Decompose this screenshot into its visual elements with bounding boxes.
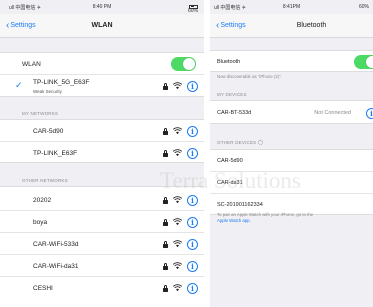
wifi-icon (173, 218, 182, 226)
info-button[interactable]: i (187, 194, 198, 206)
device-name: CAR-5d90 (217, 158, 243, 164)
network-ssid: TP-LINK_E63F (33, 150, 78, 157)
lock-icon (163, 82, 168, 90)
network-ssid: CAR-WiFi-533d (33, 241, 79, 248)
wlan-toggle[interactable] (171, 57, 196, 71)
loading-spinner-icon (258, 140, 264, 146)
wlan-group: WLAN ✓ TP-LINK_5G_E63F Weak Security i (0, 52, 204, 97)
lock-icon (163, 262, 168, 270)
info-button[interactable]: i (187, 260, 198, 272)
apple-watch-text: To pair an Apple Watch with your iPhone,… (217, 212, 314, 217)
my-devices-header: MY DEVICES (217, 92, 247, 97)
network-icons: i (163, 282, 198, 294)
wifi-icon (173, 262, 182, 270)
my-networks-header: MY NETWORKS (22, 111, 59, 116)
apple-watch-note: To pair an Apple Watch with your iPhone,… (217, 212, 313, 224)
nav-bar: ‹Settings Bluetooth (210, 14, 373, 38)
network-icons: i (163, 238, 198, 250)
battery-icon (189, 4, 198, 9)
lock-icon (163, 284, 168, 292)
device-name: CAR-da31 (217, 180, 243, 186)
wlan-label: WLAN (22, 61, 41, 68)
connected-network-row[interactable]: ✓ TP-LINK_5G_E63F Weak Security i (0, 75, 204, 98)
network-row[interactable]: 20202 i (0, 189, 204, 211)
clock: 8:41PM (282, 4, 301, 10)
other-devices-header: OTHER DEVICES (217, 140, 264, 146)
network-ssid: 20202 (33, 197, 52, 204)
network-row[interactable]: boya i (0, 211, 204, 233)
back-label: Settings (220, 22, 246, 29)
other-devices-label: OTHER DEVICES (217, 140, 257, 145)
network-icons: i (163, 147, 198, 159)
info-button[interactable]: i (187, 147, 198, 159)
network-row[interactable]: CESHI i (0, 277, 204, 299)
my-networks-list: CAR-5d90 i TP-LINK_E63F i (0, 119, 204, 163)
lock-icon (163, 240, 168, 248)
my-devices-list: CAR-BT-533d Not Connected i (210, 100, 373, 124)
network-icons: i (163, 260, 198, 272)
connected-icons: i (163, 80, 198, 92)
bluetooth-screen: ull 中国电信 ✈ 8:41PM 60% ‹Settings Bluetoot… (210, 0, 373, 307)
nav-bar: ‹Settings WLAN (0, 14, 204, 38)
lock-icon (163, 127, 168, 135)
bluetooth-label: Bluetooth (217, 59, 241, 65)
network-ssid: boya (33, 219, 48, 226)
network-row[interactable]: CAR-WiFi-533d i (0, 233, 204, 255)
status-bar: ull 中国电信 ✈ 8:40 PM 60% (0, 0, 204, 14)
network-ssid: CAR-WiFi-da31 (33, 263, 79, 270)
other-devices-list: CAR-5d90 CAR-da31 SC-201901162334 (210, 149, 373, 215)
wifi-icon (173, 149, 182, 157)
status-bar: ull 中国电信 ✈ 8:41PM 60% (210, 0, 373, 14)
network-row[interactable]: CAR-5d90 i (0, 120, 204, 142)
network-row[interactable]: CAR-WiFi-da31 i (0, 255, 204, 277)
wifi-icon (173, 284, 182, 292)
security-warning: Weak Security (33, 89, 62, 94)
info-button[interactable]: i (187, 216, 198, 228)
network-row[interactable]: TP-LINK_E63F i (0, 142, 204, 164)
wifi-icon (173, 127, 182, 135)
back-to-settings-button[interactable]: ‹Settings (216, 20, 246, 31)
wlan-toggle-row: WLAN (0, 53, 204, 75)
clock: 8:40 PM (92, 4, 112, 10)
network-ssid: CESHI (33, 285, 53, 292)
chevron-left-icon: ‹ (216, 20, 220, 31)
connection-status: Not Connected (314, 110, 351, 116)
network-ssid: CAR-5d90 (33, 128, 64, 135)
bluetooth-toggle[interactable] (354, 55, 373, 69)
battery-indicator: 60% (188, 4, 198, 14)
lock-icon (163, 149, 168, 157)
info-button[interactable]: i (187, 80, 198, 92)
info-button[interactable]: i (187, 282, 198, 294)
battery-percent: 60% (358, 4, 369, 10)
lock-icon (163, 218, 168, 226)
other-networks-list: 20202 i boya i CAR-WiFi-533d i CAR-WiFi-… (0, 186, 204, 307)
network-icons: i (163, 194, 198, 206)
other-networks-header: OTHER NETWORKS (22, 178, 68, 183)
info-button[interactable]: i (187, 238, 198, 250)
discoverable-note: Now discoverable as "iPhone (2)". (217, 74, 282, 79)
device-row[interactable]: CAR-da31 (210, 172, 373, 194)
network-icons: i (163, 216, 198, 228)
wifi-icon (173, 82, 182, 90)
lock-icon (163, 196, 168, 204)
bluetooth-toggle-row: Bluetooth (210, 51, 373, 73)
network-icons: i (163, 125, 198, 137)
device-row[interactable]: CAR-BT-533d Not Connected i (210, 102, 373, 124)
page-title: WLAN (91, 22, 113, 29)
device-row[interactable]: CAR-5d90 (210, 150, 373, 172)
bluetooth-group: Bluetooth (210, 50, 373, 72)
wlan-screen: ull 中国电信 ✈ 8:40 PM 60% ‹Settings WLAN WL… (0, 0, 204, 307)
connected-ssid: TP-LINK_5G_E63F (33, 79, 90, 86)
apple-watch-app-link[interactable]: Apple Watch app. (217, 218, 251, 223)
checkmark-icon: ✓ (15, 80, 23, 90)
wifi-icon (173, 196, 182, 204)
info-button[interactable]: i (187, 125, 198, 137)
wifi-icon (173, 240, 182, 248)
page-title: Bluetooth (296, 22, 327, 29)
device-name: SC-201901162334 (217, 202, 263, 208)
device-name: CAR-BT-533d (217, 110, 252, 116)
info-button[interactable]: i (366, 108, 373, 119)
